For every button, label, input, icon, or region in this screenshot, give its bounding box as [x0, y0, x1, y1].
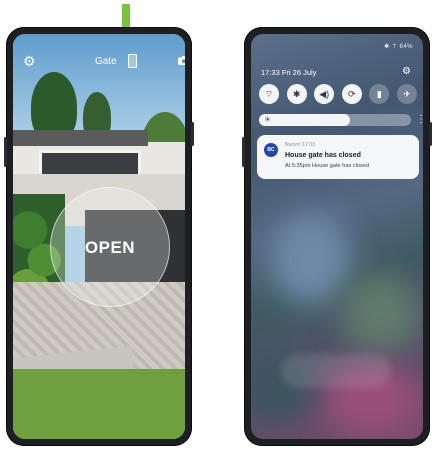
bluetooth-icon[interactable]: ✱ [286, 84, 307, 104]
roof [13, 130, 148, 146]
sound-icon[interactable]: ◀) [314, 84, 335, 104]
blurred-dock [281, 354, 391, 388]
camera-feed: ⚙ Gate OPEN [13, 34, 185, 439]
quick-settings: ⌔ ✱ ◀) ⟳ ▮ ✈ [259, 84, 417, 106]
phone-camera-view: ⚙ Gate OPEN [4, 27, 194, 446]
notification-app: Nuovo! 17:33 [285, 142, 315, 148]
gear-icon[interactable]: ⚙ [402, 66, 411, 77]
phone-notification-view: ✱ ⇡ 64% 17:33 Fri 26 July ⚙ ⌔ ✱ ◀) ⟳ ▮ ✈ ☀ ⋮ … [242, 27, 432, 446]
open-button[interactable]: OPEN [50, 187, 170, 307]
brightness-icon: ☀ [264, 115, 272, 124]
power-button [429, 122, 432, 146]
time-date: 17:33 Fri 26 July [261, 68, 317, 77]
gear-icon[interactable]: ⚙ [23, 54, 36, 68]
airplane-icon[interactable]: ✈ [396, 84, 417, 104]
app-avatar: BC [264, 143, 278, 157]
camera-icon[interactable] [178, 56, 185, 65]
flashlight-icon[interactable]: ▮ [369, 84, 390, 104]
rotate-icon[interactable]: ⟳ [341, 84, 362, 104]
brightness-slider[interactable]: ☀ [259, 114, 411, 126]
notification-body: At 5:35pm House gate has closed [285, 163, 369, 169]
status-bar: ✱ ⇡ 64% [384, 44, 413, 50]
camera-toolbar: ⚙ Gate [13, 34, 185, 68]
volume-button [4, 137, 7, 167]
notification-card[interactable]: BC Nuovo! 17:33 House gate has closed At… [257, 135, 419, 179]
more-options-icon[interactable]: ⋮ [416, 114, 423, 126]
power-button [191, 122, 194, 146]
wifi-icon[interactable]: ⌔ [259, 84, 279, 104]
gate-icon[interactable] [128, 54, 137, 68]
open-button-label: OPEN [84, 238, 136, 257]
volume-button [242, 137, 245, 167]
notification-shade: ✱ ⇡ 64% 17:33 Fri 26 July ⚙ ⌔ ✱ ◀) ⟳ ▮ ✈ ☀ ⋮ … [251, 34, 423, 439]
brightness-fill [259, 114, 351, 126]
gate-name[interactable]: Gate [95, 56, 117, 67]
lawn [13, 369, 185, 439]
notification-title: House gate has closed [285, 152, 361, 159]
